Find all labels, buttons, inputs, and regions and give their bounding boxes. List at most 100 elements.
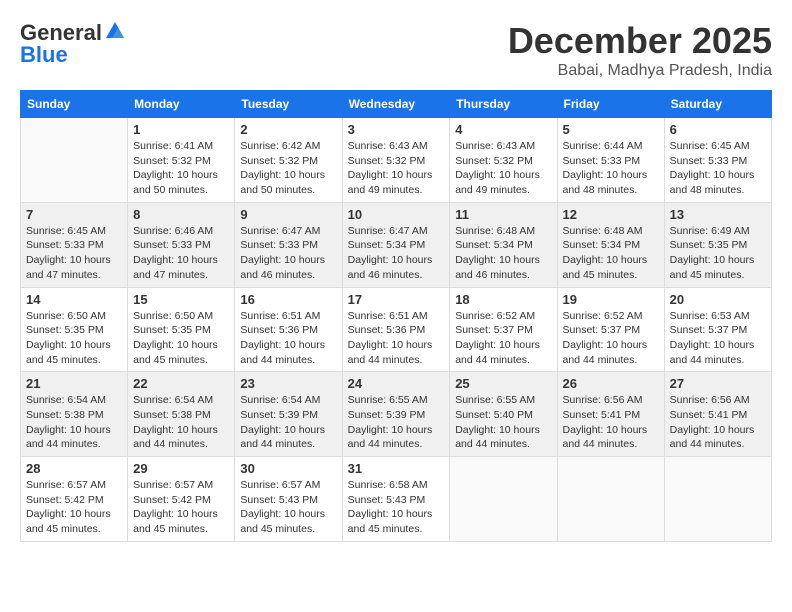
day-number: 7 bbox=[26, 207, 122, 222]
header-day-sunday: Sunday bbox=[21, 91, 128, 118]
calendar-cell bbox=[450, 457, 557, 542]
day-number: 27 bbox=[670, 376, 766, 391]
calendar-cell: 4 Sunrise: 6:43 AM Sunset: 5:32 PM Daylig… bbox=[450, 118, 557, 203]
calendar-week-row: 1Sunrise: 6:41 AM Sunset: 5:32 PM Daylig… bbox=[21, 118, 772, 203]
day-number: 6 bbox=[670, 122, 766, 137]
day-info: Sunrise: 6:54 AM Sunset: 5:38 PM Dayligh… bbox=[133, 393, 229, 452]
day-number: 9 bbox=[240, 207, 336, 222]
day-number: 5 bbox=[563, 122, 659, 137]
calendar-cell bbox=[557, 457, 664, 542]
calendar-cell: 27 Sunrise: 6:56 AM Sunset: 5:41 PM Dayli… bbox=[664, 372, 771, 457]
day-number: 29 bbox=[133, 461, 229, 476]
day-number: 17 bbox=[348, 292, 445, 307]
day-number: 30 bbox=[240, 461, 336, 476]
day-info: Sunrise: 6:54 AM Sunset: 5:38 PM Dayligh… bbox=[26, 393, 122, 452]
calendar-cell: 10 Sunrise: 6:47 AM Sunset: 5:34 PM Dayli… bbox=[342, 202, 450, 287]
calendar-cell: 15Sunrise: 6:50 AM Sunset: 5:35 PM Dayli… bbox=[128, 287, 235, 372]
day-info: Sunrise: 6:45 AM Sunset: 5:33 PM Dayligh… bbox=[670, 139, 766, 198]
calendar-cell: 1Sunrise: 6:41 AM Sunset: 5:32 PM Daylig… bbox=[128, 118, 235, 203]
header-day-saturday: Saturday bbox=[664, 91, 771, 118]
calendar-cell: 7 Sunrise: 6:45 AM Sunset: 5:33 PM Daylig… bbox=[21, 202, 128, 287]
day-number: 18 bbox=[455, 292, 551, 307]
header-day-monday: Monday bbox=[128, 91, 235, 118]
header-day-thursday: Thursday bbox=[450, 91, 557, 118]
calendar-cell: 30 Sunrise: 6:57 AM Sunset: 5:43 PM Dayli… bbox=[235, 457, 342, 542]
calendar-cell: 31 Sunrise: 6:58 AM Sunset: 5:43 PM Dayli… bbox=[342, 457, 450, 542]
day-number: 22 bbox=[133, 376, 229, 391]
day-info: Sunrise: 6:51 AM Sunset: 5:36 PM Dayligh… bbox=[348, 309, 445, 368]
day-number: 23 bbox=[240, 376, 336, 391]
calendar-cell: 25 Sunrise: 6:55 AM Sunset: 5:40 PM Dayli… bbox=[450, 372, 557, 457]
day-number: 8 bbox=[133, 207, 229, 222]
calendar-week-row: 21 Sunrise: 6:54 AM Sunset: 5:38 PM Dayli… bbox=[21, 372, 772, 457]
day-info: Sunrise: 6:47 AM Sunset: 5:34 PM Dayligh… bbox=[348, 224, 445, 283]
day-info: Sunrise: 6:52 AM Sunset: 5:37 PM Dayligh… bbox=[563, 309, 659, 368]
calendar-cell: 16Sunrise: 6:51 AM Sunset: 5:36 PM Dayli… bbox=[235, 287, 342, 372]
calendar-cell: 19Sunrise: 6:52 AM Sunset: 5:37 PM Dayli… bbox=[557, 287, 664, 372]
calendar-header-row: SundayMondayTuesdayWednesdayThursdayFrid… bbox=[21, 91, 772, 118]
day-info: Sunrise: 6:44 AM Sunset: 5:33 PM Dayligh… bbox=[563, 139, 659, 198]
day-info: Sunrise: 6:47 AM Sunset: 5:33 PM Dayligh… bbox=[240, 224, 336, 283]
day-number: 31 bbox=[348, 461, 445, 476]
calendar-week-row: 14Sunrise: 6:50 AM Sunset: 5:35 PM Dayli… bbox=[21, 287, 772, 372]
day-number: 10 bbox=[348, 207, 445, 222]
day-info: Sunrise: 6:57 AM Sunset: 5:42 PM Dayligh… bbox=[133, 478, 229, 537]
calendar-cell: 11Sunrise: 6:48 AM Sunset: 5:34 PM Dayli… bbox=[450, 202, 557, 287]
day-number: 11 bbox=[455, 207, 551, 222]
calendar-cell: 21 Sunrise: 6:54 AM Sunset: 5:38 PM Dayli… bbox=[21, 372, 128, 457]
day-number: 26 bbox=[563, 376, 659, 391]
calendar-cell: 20 Sunrise: 6:53 AM Sunset: 5:37 PM Dayli… bbox=[664, 287, 771, 372]
calendar-cell bbox=[664, 457, 771, 542]
day-number: 4 bbox=[455, 122, 551, 137]
calendar-cell: 13Sunrise: 6:49 AM Sunset: 5:35 PM Dayli… bbox=[664, 202, 771, 287]
calendar-cell: 26 Sunrise: 6:56 AM Sunset: 5:41 PM Dayli… bbox=[557, 372, 664, 457]
day-number: 3 bbox=[348, 122, 445, 137]
day-info: Sunrise: 6:52 AM Sunset: 5:37 PM Dayligh… bbox=[455, 309, 551, 368]
calendar-cell: 23Sunrise: 6:54 AM Sunset: 5:39 PM Dayli… bbox=[235, 372, 342, 457]
header-day-wednesday: Wednesday bbox=[342, 91, 450, 118]
day-number: 20 bbox=[670, 292, 766, 307]
calendar-week-row: 7 Sunrise: 6:45 AM Sunset: 5:33 PM Daylig… bbox=[21, 202, 772, 287]
day-info: Sunrise: 6:46 AM Sunset: 5:33 PM Dayligh… bbox=[133, 224, 229, 283]
calendar-cell: 5 Sunrise: 6:44 AM Sunset: 5:33 PM Daylig… bbox=[557, 118, 664, 203]
day-info: Sunrise: 6:41 AM Sunset: 5:32 PM Dayligh… bbox=[133, 139, 229, 198]
day-number: 21 bbox=[26, 376, 122, 391]
day-info: Sunrise: 6:56 AM Sunset: 5:41 PM Dayligh… bbox=[563, 393, 659, 452]
day-info: Sunrise: 6:42 AM Sunset: 5:32 PM Dayligh… bbox=[240, 139, 336, 198]
calendar-week-row: 28Sunrise: 6:57 AM Sunset: 5:42 PM Dayli… bbox=[21, 457, 772, 542]
day-info: Sunrise: 6:48 AM Sunset: 5:34 PM Dayligh… bbox=[563, 224, 659, 283]
calendar-cell: 14Sunrise: 6:50 AM Sunset: 5:35 PM Dayli… bbox=[21, 287, 128, 372]
day-number: 12 bbox=[563, 207, 659, 222]
logo: General Blue bbox=[20, 20, 126, 68]
calendar-cell: 9 Sunrise: 6:47 AM Sunset: 5:33 PM Daylig… bbox=[235, 202, 342, 287]
day-number: 25 bbox=[455, 376, 551, 391]
calendar-cell: 2 Sunrise: 6:42 AM Sunset: 5:32 PM Daylig… bbox=[235, 118, 342, 203]
location-title: Babai, Madhya Pradesh, India bbox=[508, 62, 772, 80]
calendar-cell: 8 Sunrise: 6:46 AM Sunset: 5:33 PM Daylig… bbox=[128, 202, 235, 287]
calendar-cell: 29 Sunrise: 6:57 AM Sunset: 5:42 PM Dayli… bbox=[128, 457, 235, 542]
day-info: Sunrise: 6:50 AM Sunset: 5:35 PM Dayligh… bbox=[133, 309, 229, 368]
logo-icon bbox=[104, 20, 126, 42]
day-info: Sunrise: 6:49 AM Sunset: 5:35 PM Dayligh… bbox=[670, 224, 766, 283]
day-info: Sunrise: 6:53 AM Sunset: 5:37 PM Dayligh… bbox=[670, 309, 766, 368]
day-info: Sunrise: 6:45 AM Sunset: 5:33 PM Dayligh… bbox=[26, 224, 122, 283]
header-day-friday: Friday bbox=[557, 91, 664, 118]
calendar-cell bbox=[21, 118, 128, 203]
day-info: Sunrise: 6:43 AM Sunset: 5:32 PM Dayligh… bbox=[455, 139, 551, 198]
title-area: December 2025 Babai, Madhya Pradesh, Ind… bbox=[508, 20, 772, 80]
header: General Blue December 2025 Babai, Madhya… bbox=[20, 20, 772, 80]
day-info: Sunrise: 6:57 AM Sunset: 5:43 PM Dayligh… bbox=[240, 478, 336, 537]
day-info: Sunrise: 6:43 AM Sunset: 5:32 PM Dayligh… bbox=[348, 139, 445, 198]
day-info: Sunrise: 6:55 AM Sunset: 5:40 PM Dayligh… bbox=[455, 393, 551, 452]
calendar-cell: 12 Sunrise: 6:48 AM Sunset: 5:34 PM Dayli… bbox=[557, 202, 664, 287]
day-info: Sunrise: 6:58 AM Sunset: 5:43 PM Dayligh… bbox=[348, 478, 445, 537]
calendar-cell: 17 Sunrise: 6:51 AM Sunset: 5:36 PM Dayli… bbox=[342, 287, 450, 372]
day-number: 24 bbox=[348, 376, 445, 391]
day-info: Sunrise: 6:55 AM Sunset: 5:39 PM Dayligh… bbox=[348, 393, 445, 452]
day-number: 2 bbox=[240, 122, 336, 137]
day-info: Sunrise: 6:50 AM Sunset: 5:35 PM Dayligh… bbox=[26, 309, 122, 368]
day-info: Sunrise: 6:56 AM Sunset: 5:41 PM Dayligh… bbox=[670, 393, 766, 452]
day-number: 16 bbox=[240, 292, 336, 307]
calendar-cell: 28Sunrise: 6:57 AM Sunset: 5:42 PM Dayli… bbox=[21, 457, 128, 542]
calendar-cell: 3 Sunrise: 6:43 AM Sunset: 5:32 PM Daylig… bbox=[342, 118, 450, 203]
